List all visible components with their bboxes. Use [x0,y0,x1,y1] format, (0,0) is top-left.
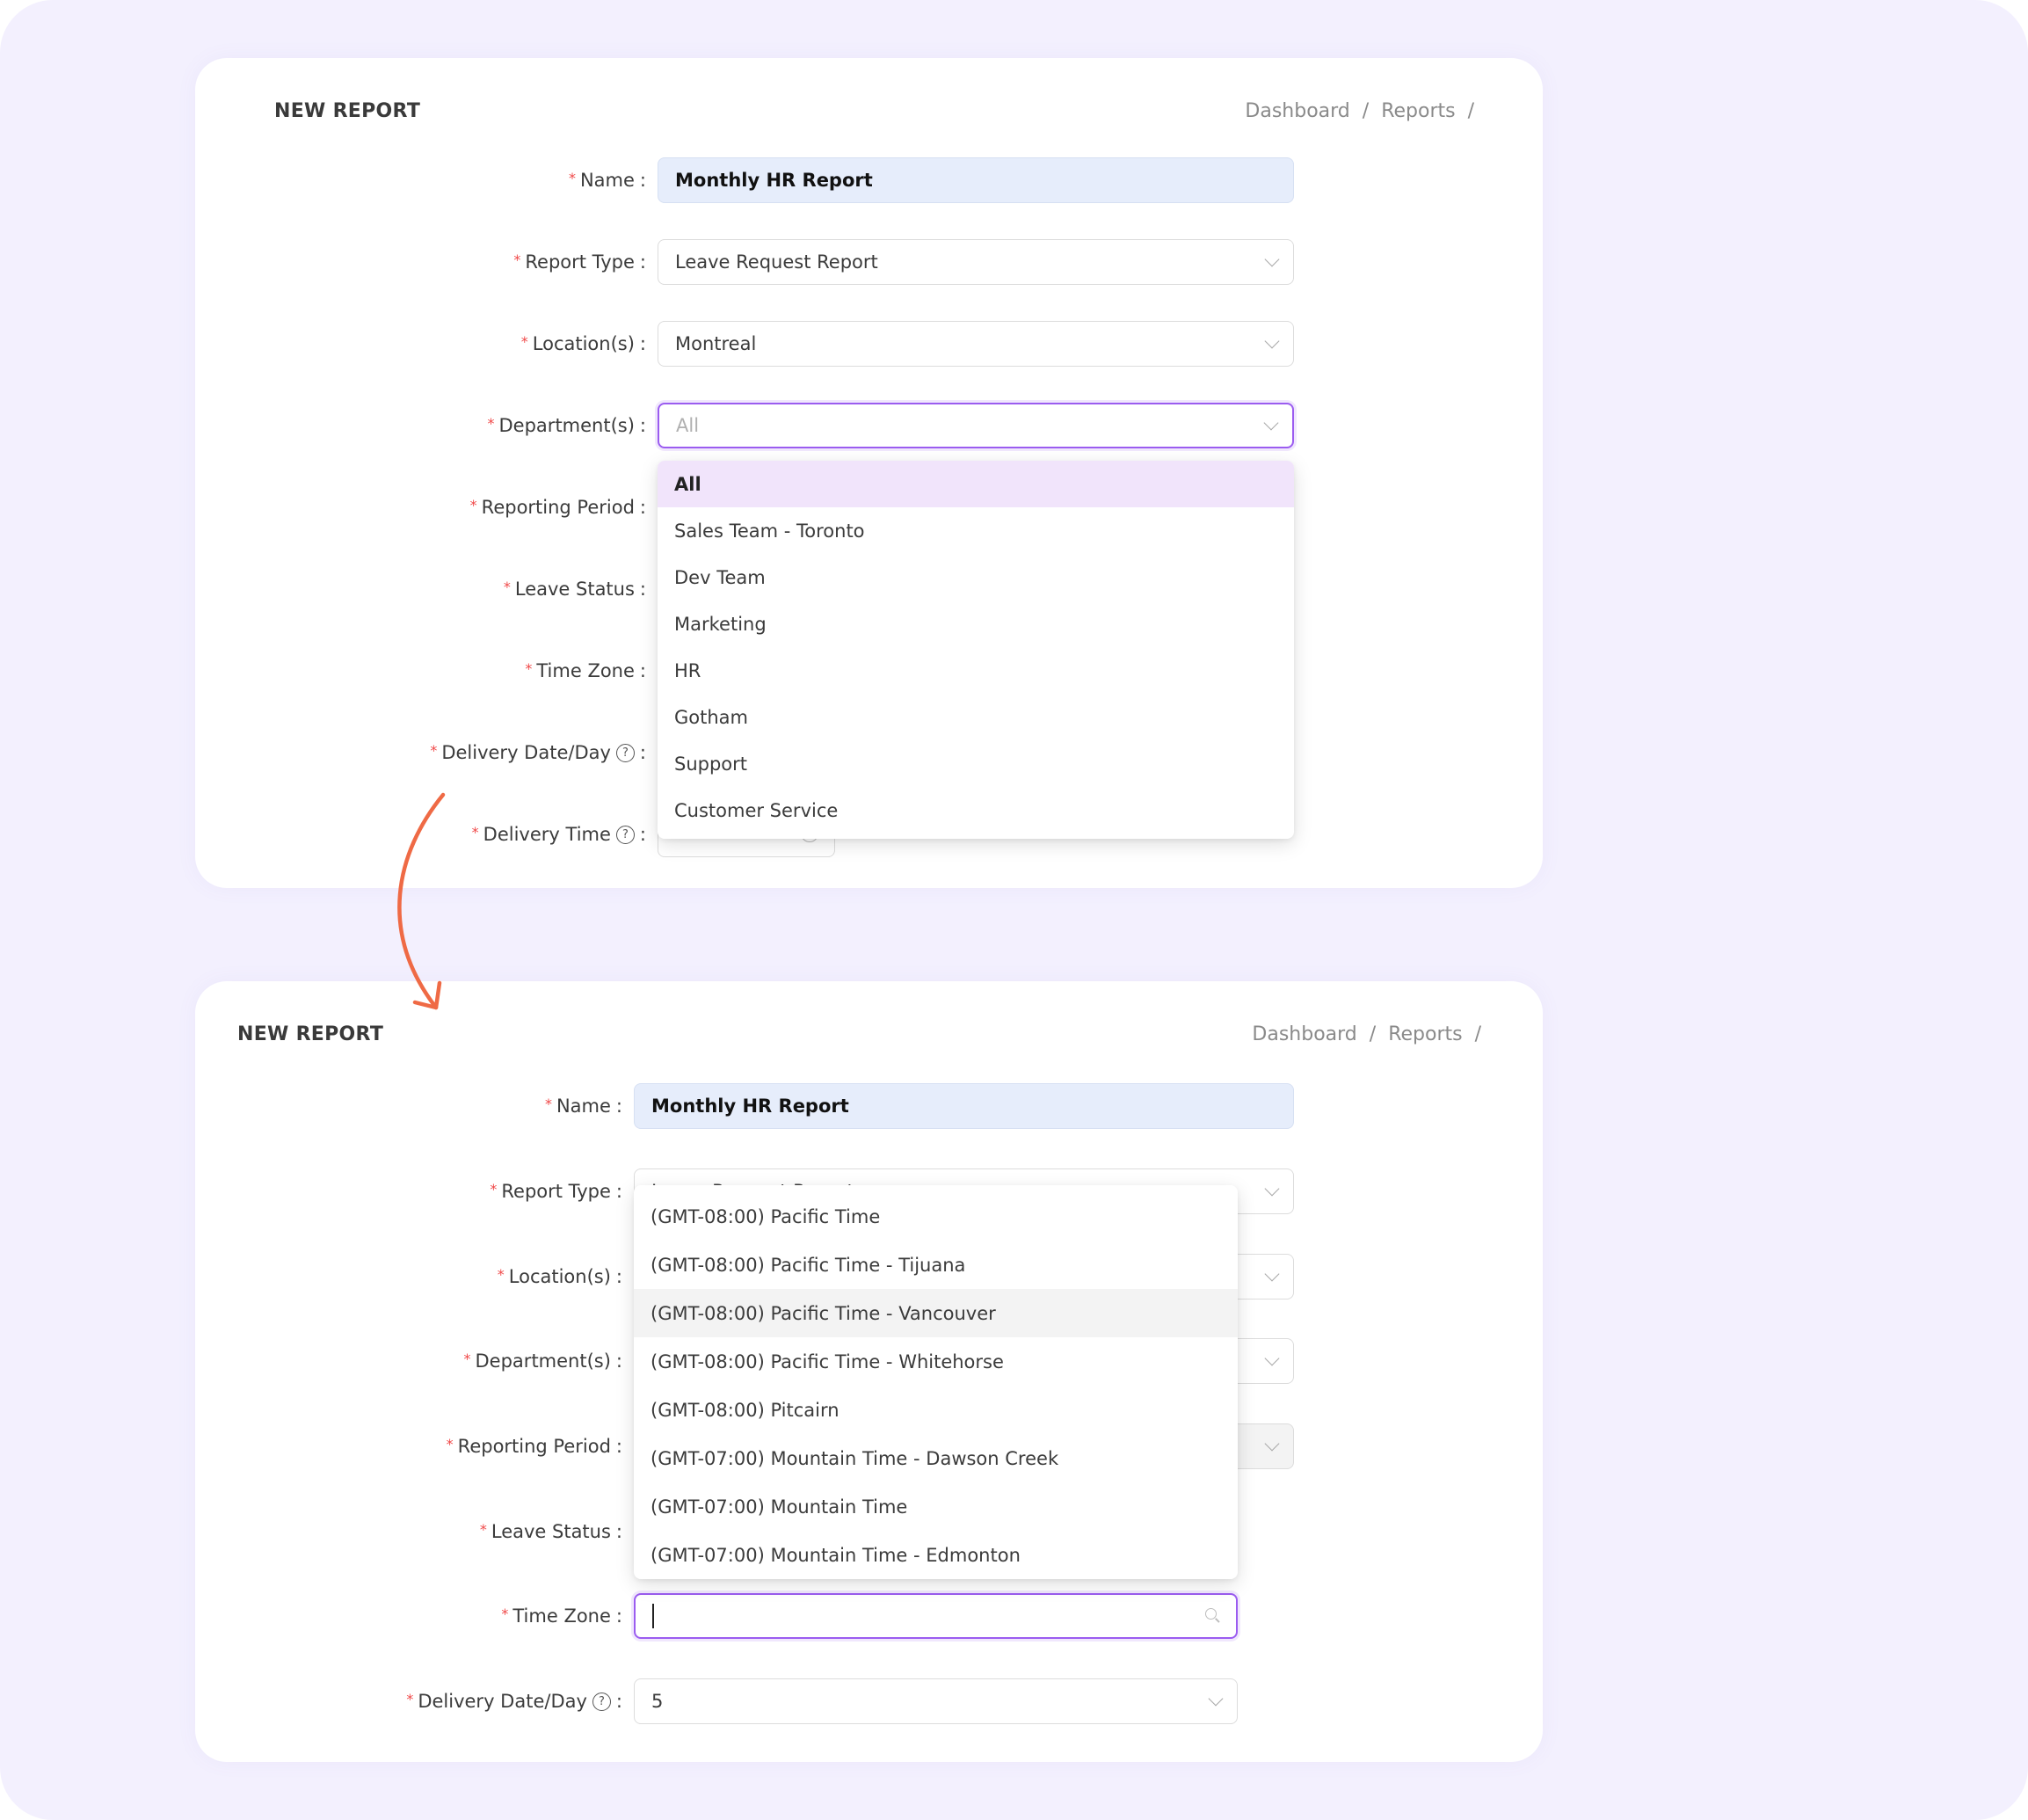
name-label: * Name: [544,1095,622,1117]
departments-label: * Department(s): [487,414,646,437]
form-row-time-zone: * Time Zone: [195,1593,1543,1639]
help-icon[interactable]: ? [615,743,635,762]
form-row-name: * Name: Monthly HR Report [195,1083,1543,1129]
departments-select[interactable]: All [658,403,1294,448]
time-zone-label: * Time Zone: [525,659,646,682]
delivery-date-label: * Delivery Date/Day?: [430,741,646,764]
form-row-locations: * Location(s): Montreal [195,321,1543,367]
leave-status-label: * Leave Status: [503,578,646,601]
form-row-report-type: *Report Type: Leave Request Report [195,239,1543,285]
delivery-time-label: * Delivery Time?: [471,823,646,846]
name-input[interactable]: Monthly HR Report [634,1083,1294,1129]
department-option[interactable]: Support [658,740,1294,787]
time-zone-option[interactable]: (GMT-08:00) Pacific Time - Vancouver [634,1289,1238,1337]
chevron-down-icon [1264,1266,1280,1282]
time-zone-option[interactable]: (GMT-07:00) Mountain Time - Edmonton [634,1531,1238,1579]
department-option[interactable]: Sales Team - Toronto [658,507,1294,554]
form-row-name: * Name: Monthly HR Report [195,157,1543,203]
leave-status-label: * Leave Status: [479,1520,622,1543]
time-zone-dropdown-menu: (GMT-08:00) Pacific Time (GMT-08:00) Pac… [634,1185,1238,1579]
breadcrumb-dashboard[interactable]: Dashboard [1245,100,1349,122]
time-zone-option[interactable]: (GMT-08:00) Pacific Time - Whitehorse [634,1337,1238,1386]
time-zone-option[interactable]: (GMT-07:00) Mountain Time [634,1482,1238,1531]
locations-label: * Location(s): [520,332,646,355]
delivery-date-select[interactable]: 5 [634,1678,1238,1724]
help-icon[interactable]: ? [592,1692,611,1711]
help-icon[interactable]: ? [615,825,635,844]
breadcrumb-separator: / [1369,1023,1377,1045]
locations-select[interactable]: Montreal [658,321,1294,367]
time-zone-label: * Time Zone: [501,1605,622,1627]
chevron-down-icon [1264,1181,1280,1197]
time-zone-option[interactable]: (GMT-08:00) Pacific Time [634,1192,1238,1241]
time-zone-search-input[interactable] [634,1593,1238,1639]
report-type-label: * Report Type: [513,251,646,273]
department-option[interactable]: Customer Service [658,787,1294,834]
departments-dropdown-menu: All Sales Team - Toronto Dev Team Market… [658,461,1294,839]
report-type-select[interactable]: Leave Request Report [658,239,1294,285]
chevron-down-icon [1264,1350,1280,1366]
new-report-panel-before: NEW REPORT Dashboard / Reports / * Name: … [195,58,1543,888]
chevron-down-icon [1264,1436,1280,1452]
time-zone-option[interactable]: (GMT-08:00) Pacific Time - Tijuana [634,1241,1238,1289]
report-type-label: * Report Type: [490,1180,622,1203]
breadcrumb-reports[interactable]: Reports [1381,100,1455,122]
form-row-departments: * Department(s): All [195,403,1543,448]
search-icon [1205,1608,1217,1620]
transition-arrow-icon [397,792,446,1010]
breadcrumb: Dashboard / Reports / [1252,1023,1481,1045]
page-title: NEW REPORT [237,1023,384,1045]
chevron-down-icon [1208,1691,1224,1707]
new-report-panel-after: NEW REPORT Dashboard / Reports / * Name: … [195,981,1543,1762]
name-input[interactable]: Monthly HR Report [658,157,1294,203]
page-title: NEW REPORT [274,100,421,122]
department-option[interactable]: Dev Team [658,554,1294,601]
department-option[interactable]: Marketing [658,601,1294,647]
delivery-date-label: * Delivery Date/Day?: [406,1690,622,1713]
departments-label: * Department(s): [463,1350,622,1372]
breadcrumb-separator: / [1362,100,1370,122]
reporting-period-label: * Reporting Period: [469,496,646,519]
department-option[interactable]: HR [658,647,1294,694]
chevron-down-icon [1264,333,1280,349]
time-zone-option[interactable]: (GMT-08:00) Pitcairn [634,1386,1238,1434]
reporting-period-label: * Reporting Period: [446,1435,622,1458]
breadcrumb-separator: / [1467,100,1474,122]
breadcrumb: Dashboard / Reports / [1245,100,1474,122]
department-option[interactable]: All [658,461,1294,507]
breadcrumb-reports[interactable]: Reports [1388,1023,1462,1045]
department-option[interactable]: Gotham [658,694,1294,740]
breadcrumb-dashboard[interactable]: Dashboard [1252,1023,1356,1045]
text-cursor [652,1604,654,1628]
name-label: * Name: [568,169,646,192]
form-row-delivery-date: * Delivery Date/Day?: 5 [195,1678,1543,1724]
breadcrumb-separator: / [1474,1023,1481,1045]
time-zone-option[interactable]: (GMT-07:00) Mountain Time - Dawson Creek [634,1434,1238,1482]
chevron-down-icon [1263,415,1279,431]
chevron-down-icon [1264,251,1280,267]
locations-label: * Location(s): [497,1265,622,1288]
